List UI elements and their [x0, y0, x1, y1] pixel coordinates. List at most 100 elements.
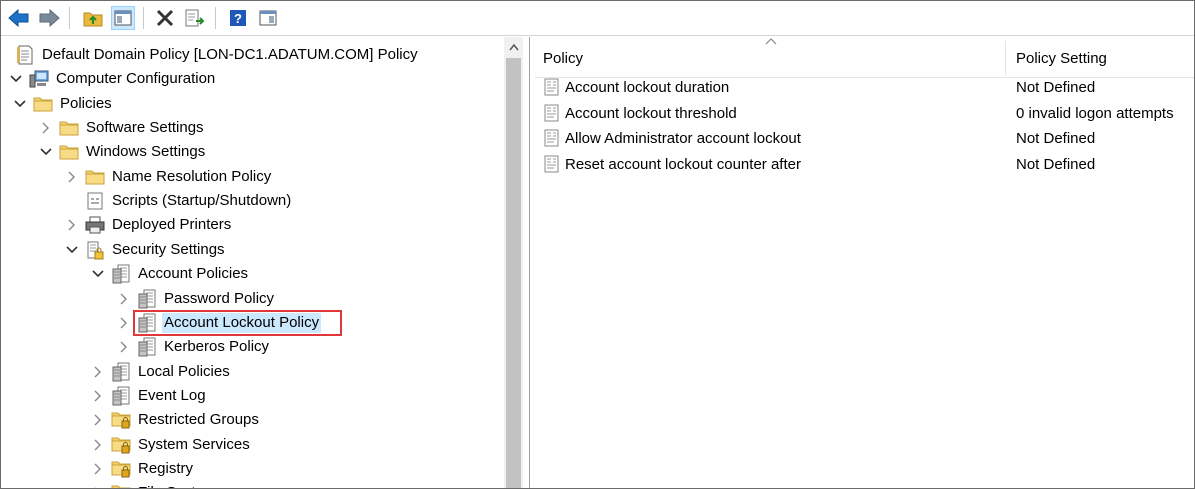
chevron-up-icon: [508, 43, 519, 50]
computer-icon: [29, 69, 49, 89]
tree-item[interactable]: Windows Settings: [39, 140, 207, 164]
policy-row[interactable]: Allow Administrator account lockout Not D…: [535, 126, 1194, 151]
policy-row[interactable]: Account lockout duration Not Defined: [535, 75, 1194, 100]
tree-item[interactable]: Default Domain Policy [LON-DC1.ADATUM.CO…: [1, 43, 420, 67]
show-hide-action-pane-button[interactable]: [256, 6, 280, 30]
policy-name: Account lockout duration: [565, 79, 730, 96]
mmc-window: ? Default Domain Policy [LON-DC1.ADATUM.…: [0, 0, 1195, 489]
policy-row[interactable]: Reset account lockout counter after Not D…: [535, 152, 1194, 177]
tree-item[interactable]: File System: [91, 481, 218, 488]
tree-item[interactable]: Local Policies: [91, 360, 232, 384]
tree-item[interactable]: Event Log: [91, 384, 208, 408]
column-divider[interactable]: [1005, 41, 1006, 75]
chevron-right-icon[interactable]: [117, 340, 131, 354]
column-header-policy-setting[interactable]: Policy Setting: [1016, 47, 1107, 71]
forward-button[interactable]: [37, 6, 61, 30]
tree-item[interactable]: Deployed Printers: [65, 213, 233, 237]
tree-item[interactable]: Security Settings: [65, 238, 227, 262]
chevron-down-icon[interactable]: [39, 145, 53, 159]
tree-item-label: Local Policies: [138, 362, 230, 380]
tree-item-label: Policies: [60, 94, 112, 112]
policy-name: Reset account lockout counter after: [565, 155, 801, 173]
details-pane: Policy Policy Setting Account lockout du…: [535, 37, 1194, 488]
tree-item-label: File System: [136, 483, 218, 488]
policy-setting-value: 0 invalid logon attempts: [1016, 104, 1174, 122]
chevron-right-icon[interactable]: [117, 316, 131, 330]
chevron-right-icon[interactable]: [91, 365, 105, 379]
tree-item[interactable]: Computer Configuration: [9, 67, 217, 91]
chevron-right-icon[interactable]: [65, 218, 79, 232]
delete-x-icon: [156, 9, 174, 27]
help-button[interactable]: ?: [226, 6, 250, 30]
policy-setting-icon: [543, 104, 561, 122]
back-button[interactable]: [7, 6, 31, 30]
arrow-right-icon: [39, 9, 60, 27]
tree-item-label: Deployed Printers: [112, 216, 232, 234]
tree-item[interactable]: Software Settings: [39, 116, 206, 140]
tree-item[interactable]: System Services: [91, 433, 252, 457]
tree-item[interactable]: Kerberos Policy: [117, 335, 271, 359]
folder-up-icon: [83, 12, 103, 27]
chevron-right-icon[interactable]: [65, 170, 79, 184]
tree-item-label: Account Policies: [138, 265, 249, 283]
tree-item[interactable]: Scripts (Startup/Shutdown): [65, 189, 293, 213]
tree-item-label: Restricted Groups: [138, 411, 259, 429]
folder-icon: [59, 118, 79, 138]
action-pane-icon: [259, 10, 277, 26]
scroll-up-button[interactable]: [504, 37, 523, 57]
chevron-right-icon[interactable]: [91, 462, 105, 476]
chevron-down-icon[interactable]: [65, 243, 79, 257]
policy-row[interactable]: Account lockout threshold 0 invalid logon…: [535, 101, 1194, 126]
chevron-down-icon[interactable]: [9, 72, 23, 86]
selection-highlight-box: [133, 309, 342, 336]
policy-setting-value: Not Defined: [1016, 130, 1096, 147]
up-folder-button[interactable]: [81, 6, 105, 30]
tree-item[interactable]: Account Policies: [91, 262, 250, 286]
folder-icon: [59, 142, 79, 162]
policy-container-icon: [111, 362, 131, 382]
tree-item[interactable]: Name Resolution Policy: [65, 165, 273, 189]
export-list-button[interactable]: [183, 6, 207, 30]
locked-folder-icon: [111, 459, 131, 479]
tree-scrollbar[interactable]: [504, 37, 523, 488]
list-header: Policy Policy Setting: [535, 37, 1194, 78]
scroll-thumb[interactable]: [506, 58, 521, 488]
locked-folder-icon: [111, 435, 131, 455]
console-tree-icon: [114, 10, 132, 26]
tree-item[interactable]: Registry: [91, 457, 195, 481]
chevron-right-icon[interactable]: [91, 389, 105, 403]
locked-folder-icon: [111, 483, 131, 488]
policy-name: Account lockout threshold: [565, 104, 737, 122]
printer-icon: [85, 215, 105, 235]
column-header-policy[interactable]: Policy: [543, 47, 583, 71]
tree-item[interactable]: Restricted Groups: [91, 408, 261, 432]
folder-icon: [33, 94, 53, 114]
tree-item-label: Computer Configuration: [56, 70, 216, 88]
tree-item-label: System Services: [138, 435, 250, 453]
console-tree: Default Domain Policy [LON-DC1.ADATUM.CO…: [1, 37, 530, 488]
policy-document-icon: [15, 45, 35, 65]
chevron-right-icon[interactable]: [39, 121, 53, 135]
delete-button[interactable]: [153, 6, 177, 30]
show-hide-console-tree-button[interactable]: [111, 6, 135, 30]
chevron-down-icon[interactable]: [13, 97, 27, 111]
tree-item-label: Default Domain Policy [LON-DC1.ADATUM.CO…: [42, 46, 418, 63]
svg-text:?: ?: [234, 11, 242, 26]
tree-item-label: Windows Settings: [86, 143, 206, 161]
chevron-right-icon[interactable]: [117, 292, 131, 306]
tree-item-label: Kerberos Policy: [164, 338, 270, 356]
policy-setting-icon: [543, 129, 561, 147]
sort-ascending-icon: [765, 37, 777, 47]
policy-setting-icon: [543, 155, 561, 173]
help-icon: ?: [230, 10, 246, 26]
policy-container-icon: [137, 337, 157, 357]
chevron-down-icon[interactable]: [91, 267, 105, 281]
locked-folder-icon: [111, 410, 131, 430]
tree-item[interactable]: Password Policy: [117, 287, 276, 311]
tree-item[interactable]: Policies: [13, 92, 114, 116]
export-list-icon: [185, 9, 205, 27]
chevron-right-icon[interactable]: [91, 438, 105, 452]
chevron-right-icon[interactable]: [91, 413, 105, 427]
